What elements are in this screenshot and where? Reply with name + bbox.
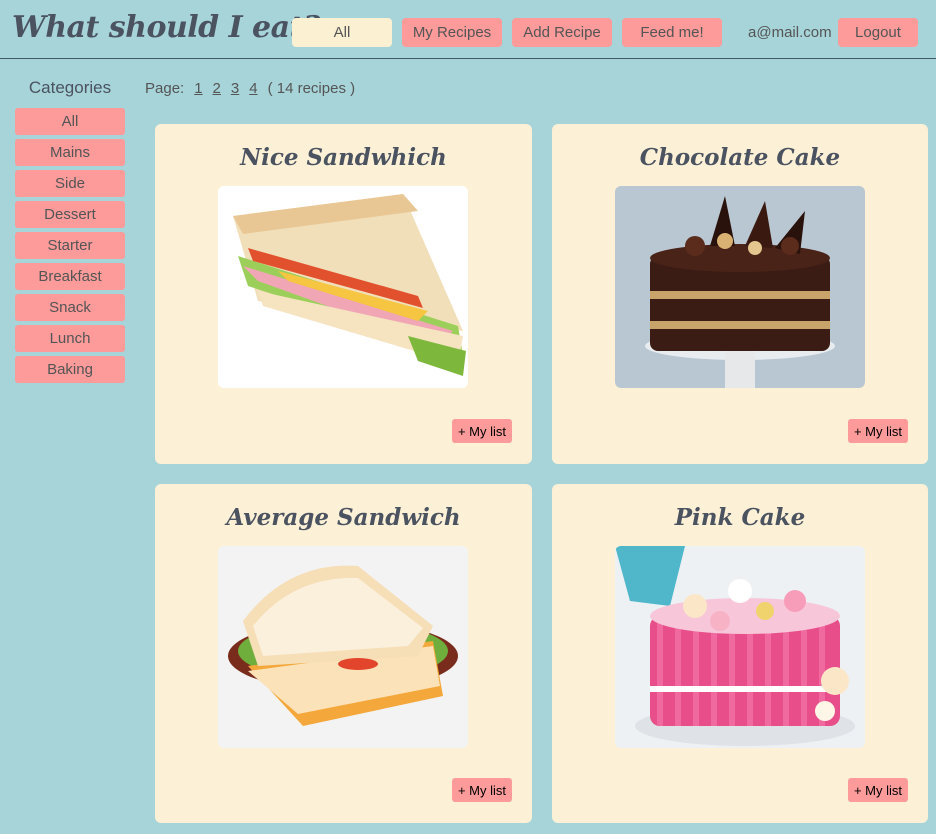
- logout-button[interactable]: Logout: [838, 18, 918, 47]
- user-email: a@mail.com: [748, 24, 832, 41]
- recipe-card[interactable]: Average Sandwich + My list: [155, 484, 532, 823]
- nav-feed-me-button[interactable]: Feed me!: [622, 18, 722, 47]
- category-mains[interactable]: Mains: [15, 139, 125, 166]
- category-breakfast[interactable]: Breakfast: [15, 263, 125, 290]
- recipe-title[interactable]: Chocolate Cake: [552, 144, 928, 171]
- pagination: Page: 1 2 3 4 ( 14 recipes ): [145, 80, 355, 97]
- category-all[interactable]: All: [15, 108, 125, 135]
- top-navigation: What should I eat? All My Recipes Add Re…: [0, 0, 936, 59]
- pink-cake-image[interactable]: [615, 546, 865, 748]
- recipe-card[interactable]: Chocolate Cake + My list: [552, 124, 928, 464]
- categories-title: Categories: [28, 78, 112, 97]
- sandwich-bread-image[interactable]: [218, 546, 468, 748]
- recipe-count: ( 14 recipes ): [267, 80, 356, 97]
- add-to-my-list-button[interactable]: + My list: [848, 778, 908, 802]
- category-dessert[interactable]: Dessert: [15, 201, 125, 228]
- categories-sidebar: Categories All Mains Side Dessert Starte…: [15, 78, 125, 387]
- category-side[interactable]: Side: [15, 170, 125, 197]
- category-starter[interactable]: Starter: [15, 232, 125, 259]
- sandwich-triangle-image[interactable]: [218, 186, 468, 388]
- chocolate-cake-image[interactable]: [615, 186, 865, 388]
- recipe-title[interactable]: Average Sandwich: [155, 504, 532, 531]
- recipe-card[interactable]: Nice Sandwhich + My list: [155, 124, 532, 464]
- nav-add-recipe-button[interactable]: Add Recipe: [512, 18, 612, 47]
- recipe-title[interactable]: Pink Cake: [552, 504, 928, 531]
- page-link-4[interactable]: 4: [249, 80, 257, 97]
- page-link-3[interactable]: 3: [231, 80, 239, 97]
- recipe-card[interactable]: Pink Cake + My list: [552, 484, 928, 823]
- page-label: Page:: [145, 80, 185, 97]
- category-lunch[interactable]: Lunch: [15, 325, 125, 352]
- page-link-2[interactable]: 2: [213, 80, 221, 97]
- recipe-title[interactable]: Nice Sandwhich: [155, 144, 532, 171]
- app-logo[interactable]: What should I eat?: [12, 10, 321, 45]
- add-to-my-list-button[interactable]: + My list: [452, 419, 512, 443]
- category-baking[interactable]: Baking: [15, 356, 125, 383]
- add-to-my-list-button[interactable]: + My list: [452, 778, 512, 802]
- category-snack[interactable]: Snack: [15, 294, 125, 321]
- nav-my-recipes-button[interactable]: My Recipes: [402, 18, 502, 47]
- add-to-my-list-button[interactable]: + My list: [848, 419, 908, 443]
- nav-all-button[interactable]: All: [292, 18, 392, 47]
- page-link-1[interactable]: 1: [194, 80, 202, 97]
